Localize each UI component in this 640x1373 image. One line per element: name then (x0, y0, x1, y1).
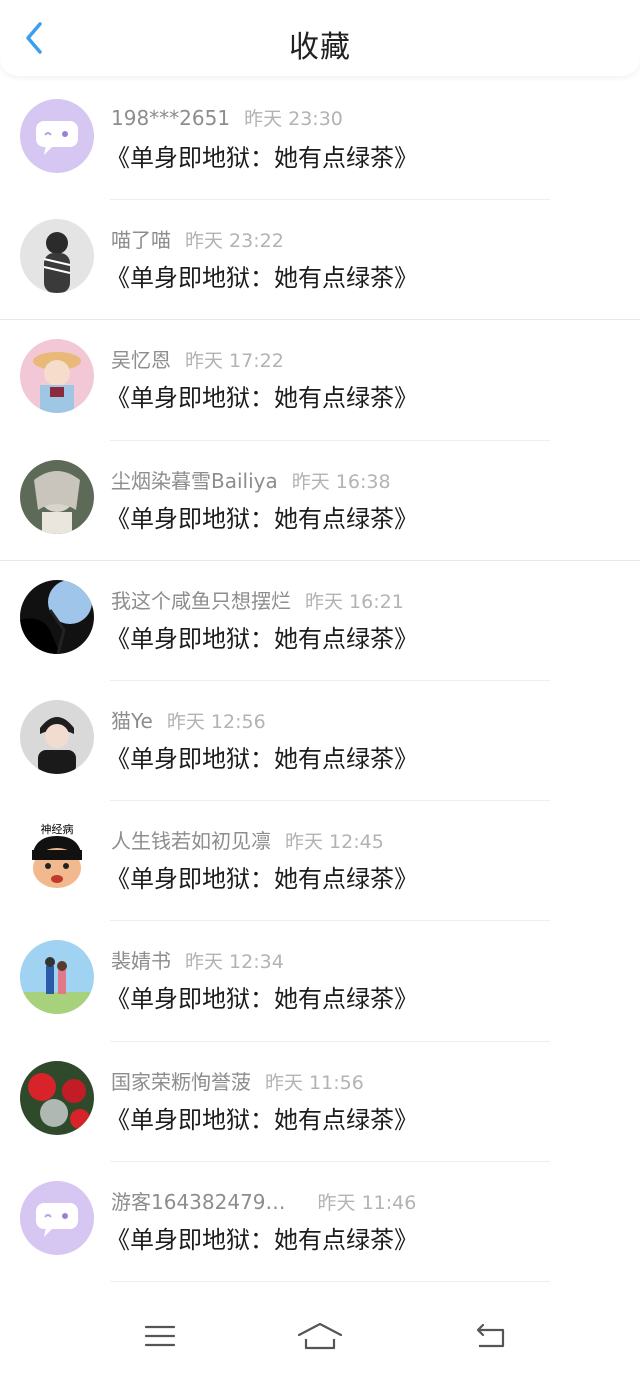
menu-button[interactable] (130, 1316, 190, 1356)
timestamp: 昨天 17:22 (185, 350, 284, 373)
page-title: 收藏 (289, 30, 351, 65)
username: 国家荣粝恂誉菠 (111, 1069, 251, 1094)
item-meta: 尘烟染暮雪Bailiya 昨天 16:38 (111, 465, 391, 494)
avatar (20, 940, 94, 1015)
list-item[interactable]: 猫Ye 昨天 12:56 《单身即地狱：她有点绿茶》 (0, 681, 640, 802)
work-title: 《单身即地狱：她有点绿茶》 (106, 744, 418, 773)
work-title: 《单身即地狱：她有点绿茶》 (106, 1225, 418, 1254)
item-meta: 我这个咸鱼只想摆烂 昨天 16:21 (111, 585, 404, 614)
work-title: 《单身即地狱：她有点绿茶》 (106, 624, 418, 653)
user-photo-icon (20, 1060, 94, 1135)
divider (110, 1280, 550, 1282)
avatar (20, 579, 94, 654)
timestamp: 昨天 11:56 (265, 1071, 364, 1094)
item-meta: 国家荣粝恂誉菠 昨天 11:56 (111, 1066, 364, 1095)
timestamp: 昨天 12:56 (166, 710, 266, 733)
list-item[interactable]: 裴婧书 昨天 12:34 《单身即地狱：她有点绿茶》 (0, 921, 640, 1042)
work-title: 《单身即地狱：她有点绿茶》 (106, 264, 418, 293)
user-photo-icon (20, 699, 94, 774)
timestamp: 昨天 16:21 (305, 590, 404, 613)
svg-text:神经病: 神经病 (41, 822, 74, 836)
timestamp: 昨天 23:30 (244, 108, 343, 130)
user-photo-icon (20, 459, 94, 534)
list-item[interactable]: 198***2651 昨天 23:30 《单身即地狱：她有点绿茶》 (0, 80, 640, 201)
username: 猫Ye (111, 708, 153, 733)
item-meta: 游客164382479… 昨天 11:46 (111, 1186, 416, 1215)
menu-icon (144, 1325, 176, 1347)
avatar (20, 339, 94, 414)
item-meta: 198***2651 昨天 23:30 (111, 104, 343, 131)
list-item[interactable]: 喵了喵 昨天 23:22 《单身即地狱：她有点绿茶》 (0, 200, 640, 321)
top-bar: 收藏 (0, 0, 640, 76)
timestamp: 昨天 16:38 (291, 470, 391, 493)
work-title: 《单身即地狱：她有点绿茶》 (106, 504, 418, 533)
default-avatar-icon (20, 99, 94, 173)
user-photo-icon (20, 940, 94, 1015)
avatar (20, 219, 94, 294)
user-photo-icon (20, 219, 94, 294)
list-item[interactable]: 国家荣粝恂誉菠 昨天 11:56 《单身即地狱：她有点绿茶》 (0, 1042, 640, 1162)
item-meta: 人生钱若如初见凛 昨天 12:45 (111, 825, 384, 854)
username: 我这个咸鱼只想摆烂 (111, 588, 291, 613)
favorites-list: 198***2651 昨天 23:30 《单身即地狱：她有点绿茶》 喵了喵 昨天 2… (0, 80, 640, 1282)
user-photo-icon (20, 579, 94, 654)
work-title: 《单身即地狱：她有点绿茶》 (106, 144, 418, 172)
timestamp: 昨天 12:34 (185, 951, 284, 974)
avatar (20, 699, 94, 774)
timestamp: 昨天 11:46 (317, 1191, 417, 1214)
timestamp: 昨天 23:22 (185, 230, 284, 253)
avatar: 神经病 (20, 820, 94, 895)
username: 喵了喵 (111, 228, 171, 253)
username: 198***2651 (111, 106, 231, 130)
timestamp: 昨天 12:45 (285, 831, 384, 854)
system-nav-bar (0, 1300, 640, 1373)
item-meta: 猫Ye 昨天 12:56 (111, 705, 266, 734)
avatar (20, 1180, 94, 1255)
avatar (20, 1060, 94, 1135)
user-photo-icon (20, 339, 94, 414)
username: 裴婧书 (111, 949, 171, 974)
work-title: 《单身即地狱：她有点绿茶》 (106, 384, 418, 413)
item-meta: 吴忆恩 昨天 17:22 (111, 344, 284, 373)
item-meta: 裴婧书 昨天 12:34 (111, 945, 284, 974)
list-item[interactable]: 吴忆恩 昨天 17:22 《单身即地狱：她有点绿茶》 (0, 320, 640, 441)
avatar (20, 99, 94, 173)
username: 游客164382479… (111, 1189, 286, 1214)
meme-face-icon: 神经病 (20, 820, 94, 895)
work-title: 《单身即地狱：她有点绿茶》 (106, 1105, 418, 1134)
username: 吴忆恩 (111, 348, 171, 373)
home-button[interactable] (290, 1316, 350, 1356)
avatar (20, 459, 94, 534)
list-item[interactable]: 神经病 人生钱若如初见凛 昨天 12:45 《单身即地狱：她有点绿茶》 (0, 801, 640, 922)
work-title: 《单身即地狱：她有点绿茶》 (106, 985, 418, 1014)
list-item[interactable]: 尘烟染暮雪Bailiya 昨天 16:38 《单身即地狱：她有点绿茶》 (0, 441, 640, 561)
username: 人生钱若如初见凛 (111, 829, 271, 854)
work-title: 《单身即地狱：她有点绿茶》 (106, 865, 418, 894)
list-item[interactable]: 我这个咸鱼只想摆烂 昨天 16:21 《单身即地狱：她有点绿茶》 (0, 561, 640, 681)
item-meta: 喵了喵 昨天 23:22 (111, 224, 284, 253)
default-avatar-icon (20, 1180, 94, 1255)
home-icon (297, 1322, 343, 1350)
username: 尘烟染暮雪Bailiya (111, 468, 278, 493)
list-item[interactable]: 游客164382479… 昨天 11:46 《单身即地狱：她有点绿茶》 (0, 1162, 640, 1282)
return-button[interactable] (460, 1316, 520, 1356)
return-icon (476, 1323, 505, 1348)
